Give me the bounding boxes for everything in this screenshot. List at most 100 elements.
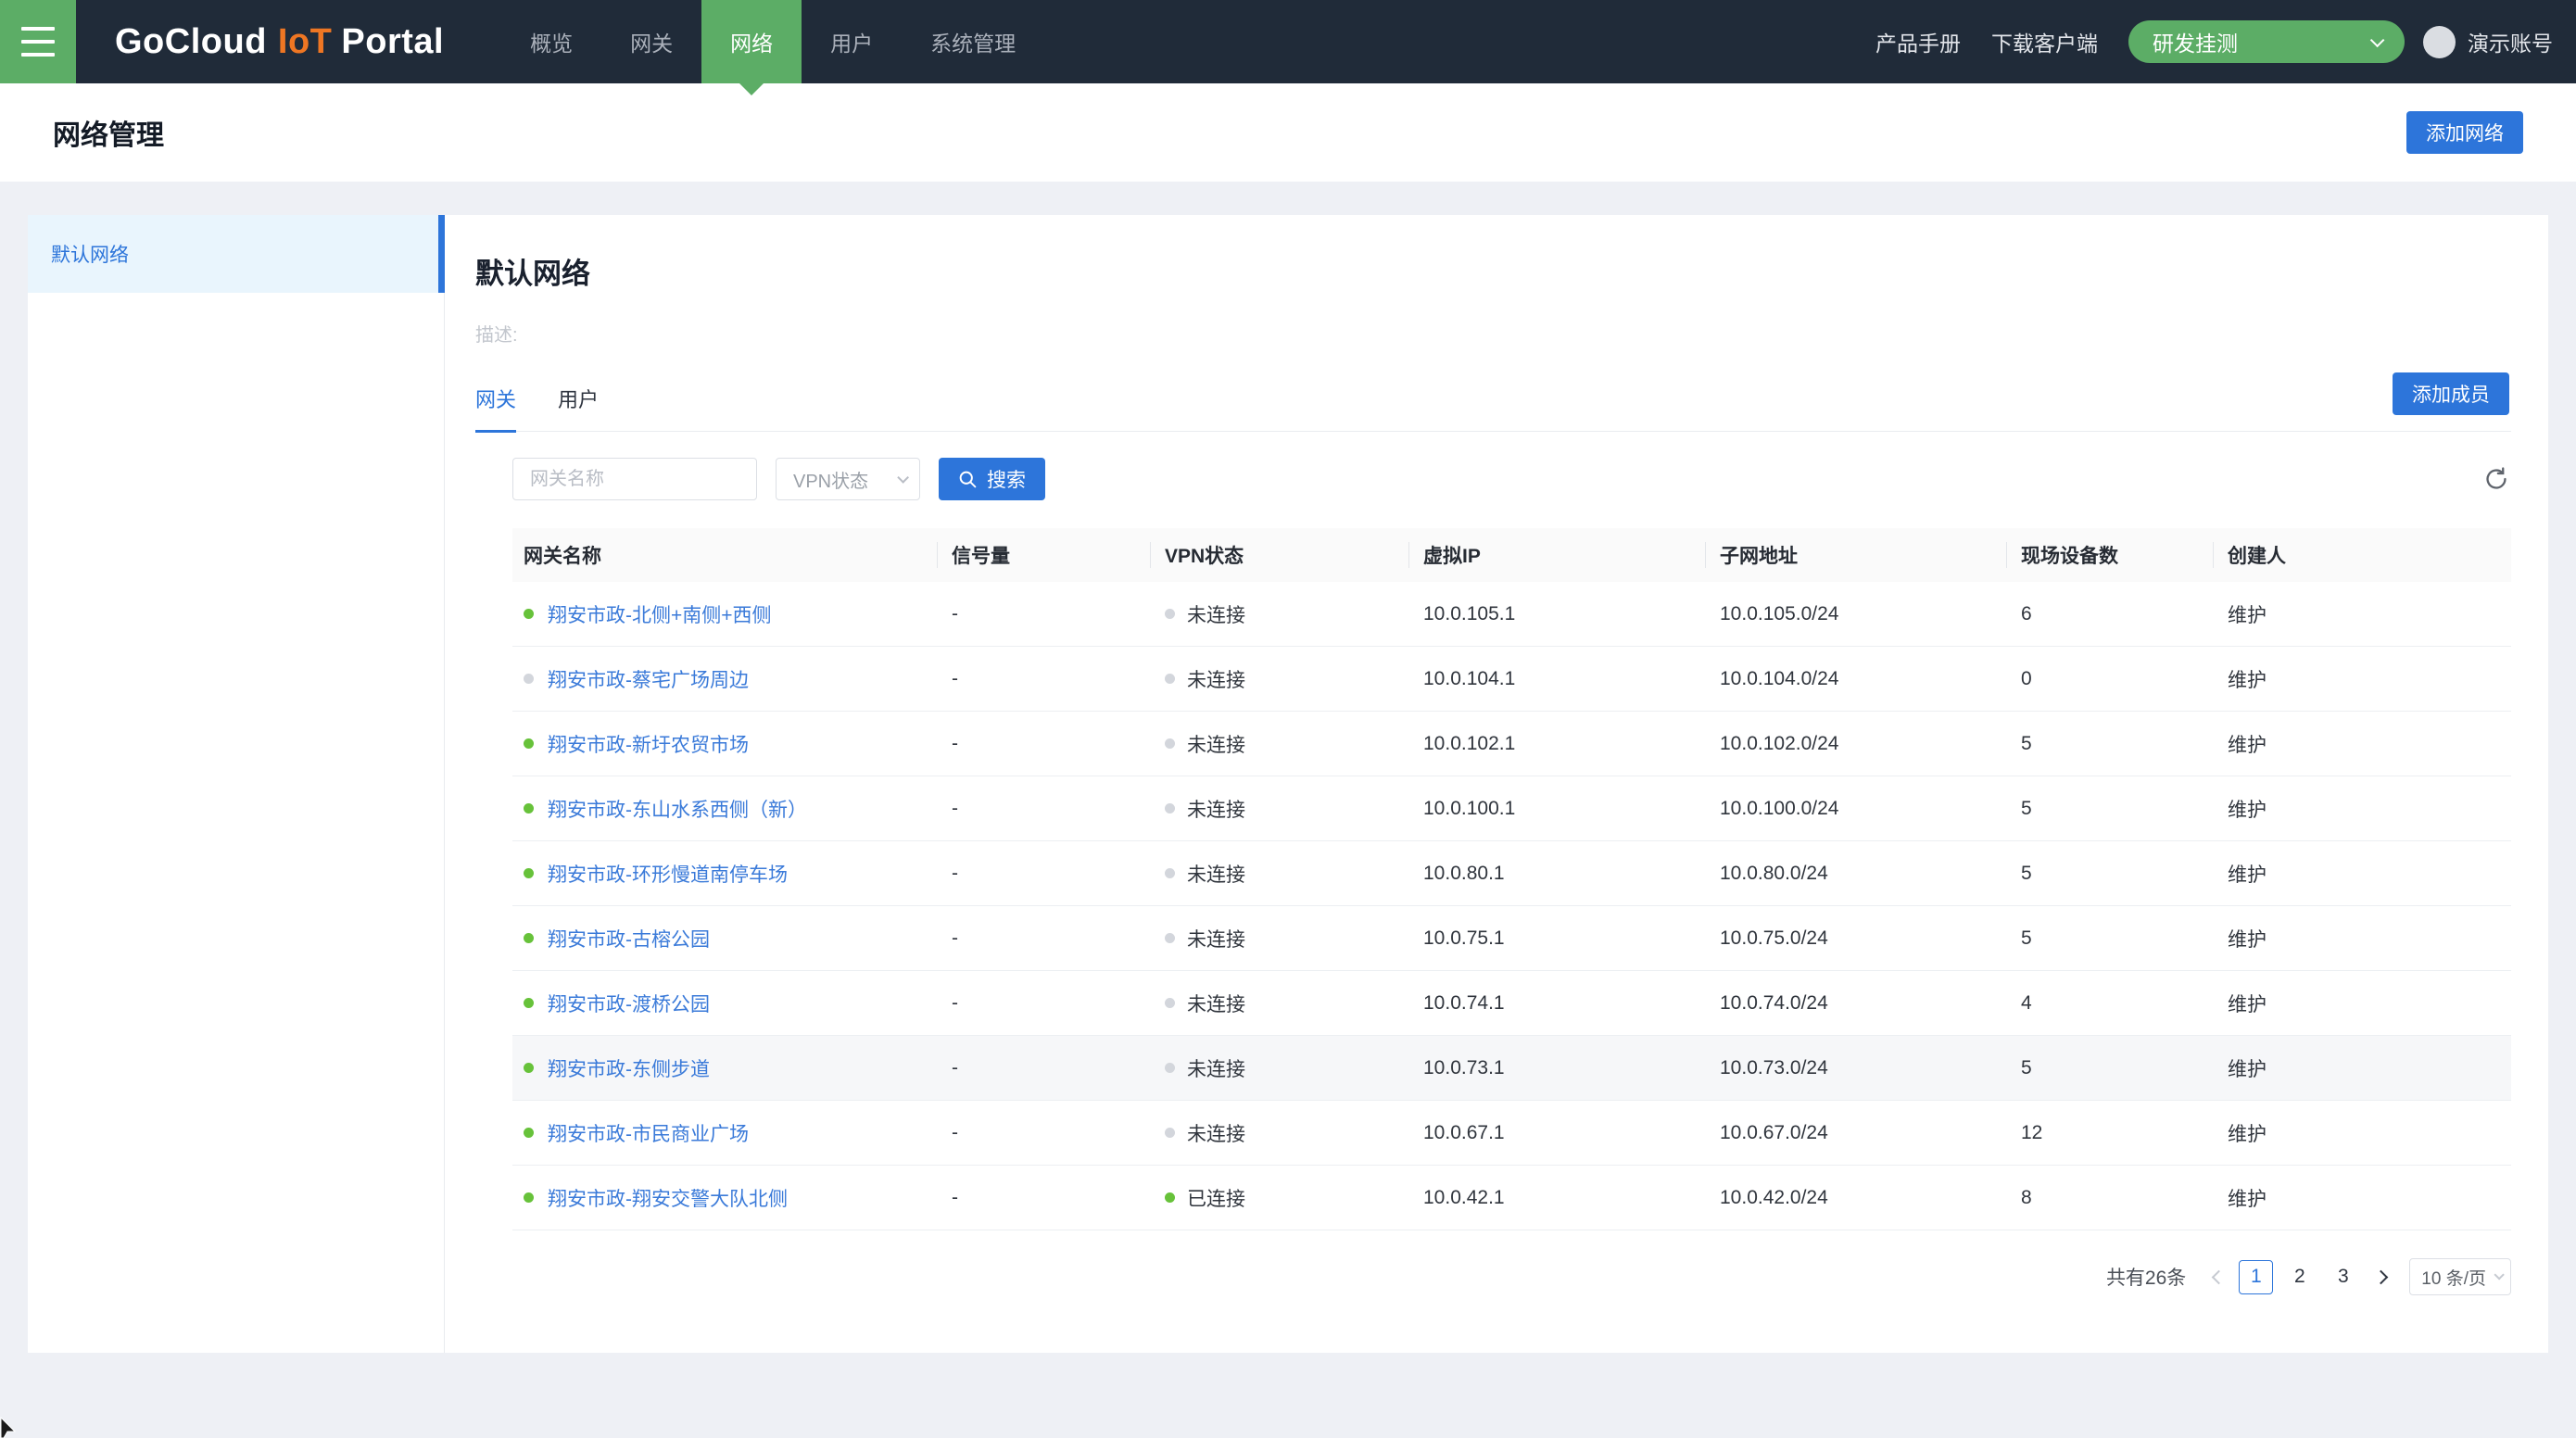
tab-gateways[interactable]: 网关: [475, 384, 516, 431]
gateway-name-link[interactable]: 翔安市政-市民商业广场: [548, 1119, 749, 1147]
search-button-label: 搜索: [987, 465, 1026, 493]
creator-value: 维护: [2213, 1054, 2511, 1082]
gateway-online-dot: [524, 998, 534, 1008]
gateway-online-dot: [524, 1192, 534, 1203]
page-size-select[interactable]: 10 条/页: [2409, 1258, 2511, 1295]
pagination-total: 共有26条: [2106, 1263, 2186, 1291]
chevron-down-icon: [2494, 1269, 2504, 1280]
chevron-down-icon: [2370, 32, 2385, 47]
vpn-status-dot: [1165, 933, 1175, 943]
virtual-ip-value: 10.0.104.1: [1408, 668, 1705, 690]
signal-value: -: [937, 1187, 1150, 1209]
vpn-status-text: 未连接: [1187, 795, 1245, 823]
signal-value: -: [937, 863, 1150, 885]
download-client-link[interactable]: 下载客户端: [1991, 26, 2098, 57]
gateway-name-input[interactable]: [512, 458, 757, 500]
search-button[interactable]: 搜索: [939, 458, 1045, 500]
subnet-value: 10.0.42.0/24: [1705, 1187, 2006, 1209]
gateway-name-link[interactable]: 翔安市政-新圩农贸市场: [548, 730, 749, 758]
vpn-status-cell: 已连接: [1150, 1184, 1408, 1212]
gateway-online-dot: [524, 868, 534, 878]
network-list-sidebar: 默认网络: [28, 215, 445, 1353]
device-count-value: 6: [2006, 603, 2213, 625]
app-logo: GoCloudIoTPortal: [115, 22, 444, 62]
gateway-name-link[interactable]: 翔安市政-翔安交警大队北侧: [548, 1184, 788, 1212]
signal-value: -: [937, 1122, 1150, 1144]
vpn-status-text: 未连接: [1187, 1054, 1245, 1082]
chevron-right-icon: [2374, 1269, 2389, 1284]
subnet-value: 10.0.100.0/24: [1705, 798, 2006, 820]
refresh-icon: [2483, 466, 2509, 492]
gateway-name-link[interactable]: 翔安市政-渡桥公园: [548, 990, 710, 1017]
hamburger-menu-button[interactable]: [0, 0, 76, 83]
virtual-ip-value: 10.0.42.1: [1408, 1187, 1705, 1209]
vpn-status-cell: 未连接: [1150, 795, 1408, 823]
table-row: 翔安市政-蔡宅广场周边 - 未连接 10.0.104.1 10.0.104.0/…: [512, 647, 2511, 712]
vpn-status-dot: [1165, 1128, 1175, 1138]
vpn-status-dot: [1165, 674, 1175, 684]
virtual-ip-value: 10.0.74.1: [1408, 992, 1705, 1015]
vpn-status-cell: 未连接: [1150, 860, 1408, 888]
chevron-left-icon: [2212, 1269, 2227, 1284]
main-nav: 概览 网关 网络 用户 系统管理: [501, 0, 1044, 83]
nav-item-users[interactable]: 用户: [802, 0, 902, 83]
sidebar-item-default-network[interactable]: 默认网络: [28, 215, 444, 293]
subnet-value: 10.0.75.0/24: [1705, 927, 2006, 950]
page-number-2[interactable]: 2: [2282, 1260, 2317, 1294]
nav-item-network[interactable]: 网络: [701, 0, 802, 83]
gateway-table: 网关名称 信号量 VPN状态 虚拟IP 子网地址 现场设备数 创建人 翔安市政-…: [512, 528, 2511, 1230]
creator-value: 维护: [2213, 925, 2511, 952]
product-manual-link[interactable]: 产品手册: [1875, 26, 1961, 57]
device-count-value: 5: [2006, 927, 2213, 950]
page-number-3[interactable]: 3: [2326, 1260, 2360, 1294]
table-row: 翔安市政-古榕公园 - 未连接 10.0.75.1 10.0.75.0/24 5…: [512, 906, 2511, 971]
gateway-name-link[interactable]: 翔安市政-东侧步道: [548, 1054, 710, 1082]
nav-item-gateway[interactable]: 网关: [601, 0, 701, 83]
gateway-online-dot: [524, 738, 534, 749]
vpn-status-cell: 未连接: [1150, 1054, 1408, 1082]
page-number-1[interactable]: 1: [2239, 1260, 2273, 1294]
vpn-status-text: 未连接: [1187, 730, 1245, 758]
vpn-status-cell: 未连接: [1150, 990, 1408, 1017]
nav-item-system-admin[interactable]: 系统管理: [902, 0, 1044, 83]
virtual-ip-value: 10.0.80.1: [1408, 863, 1705, 885]
mouse-cursor: [0, 1410, 24, 1438]
account-name[interactable]: 演示账号: [2468, 26, 2553, 57]
page-body: 默认网络 默认网络 描述: 网关 用户 添加成员 VPN状态: [0, 182, 2576, 1353]
avatar[interactable]: [2423, 26, 2456, 58]
next-page-button[interactable]: [2365, 1260, 2396, 1293]
refresh-button[interactable]: [2483, 466, 2509, 492]
logo-gocloud: GoCloud: [115, 22, 267, 61]
gateway-name-link[interactable]: 翔安市政-古榕公园: [548, 925, 710, 952]
vpn-status-text: 未连接: [1187, 665, 1245, 693]
previous-page-button[interactable]: [2203, 1260, 2234, 1293]
table-row: 翔安市政-东山水系西侧（新） - 未连接 10.0.100.1 10.0.100…: [512, 776, 2511, 841]
vpn-status-cell: 未连接: [1150, 1119, 1408, 1147]
gateway-online-dot: [524, 674, 534, 684]
virtual-ip-value: 10.0.105.1: [1408, 603, 1705, 625]
gateway-online-dot: [524, 1063, 534, 1073]
device-count-value: 12: [2006, 1122, 2213, 1144]
creator-value: 维护: [2213, 990, 2511, 1017]
gateway-name-cell: 翔安市政-翔安交警大队北侧: [512, 1184, 937, 1212]
environment-selector[interactable]: 研发挂测: [2128, 20, 2405, 63]
add-member-button[interactable]: 添加成员: [2393, 372, 2509, 415]
device-count-value: 5: [2006, 798, 2213, 820]
tab-users[interactable]: 用户: [558, 384, 599, 431]
subnet-value: 10.0.67.0/24: [1705, 1122, 2006, 1144]
gateway-name-link[interactable]: 翔安市政-蔡宅广场周边: [548, 665, 749, 693]
vpn-status-select[interactable]: VPN状态: [776, 458, 920, 500]
virtual-ip-value: 10.0.75.1: [1408, 927, 1705, 950]
vpn-status-cell: 未连接: [1150, 665, 1408, 693]
gateway-name-link[interactable]: 翔安市政-环形慢道南停车场: [548, 860, 788, 888]
column-header-creator: 创建人: [2213, 541, 2511, 569]
column-header-gateway-name: 网关名称: [512, 541, 937, 569]
device-count-value: 5: [2006, 733, 2213, 755]
gateway-name-link[interactable]: 翔安市政-东山水系西侧（新）: [548, 795, 807, 823]
nav-item-overview[interactable]: 概览: [501, 0, 601, 83]
signal-value: -: [937, 992, 1150, 1015]
gateway-name-link[interactable]: 翔安市政-北侧+南侧+西侧: [548, 600, 772, 628]
network-card: 默认网络 默认网络 描述: 网关 用户 添加成员 VPN状态: [28, 215, 2548, 1353]
subnet-value: 10.0.74.0/24: [1705, 992, 2006, 1015]
add-network-button[interactable]: 添加网络: [2406, 111, 2523, 154]
